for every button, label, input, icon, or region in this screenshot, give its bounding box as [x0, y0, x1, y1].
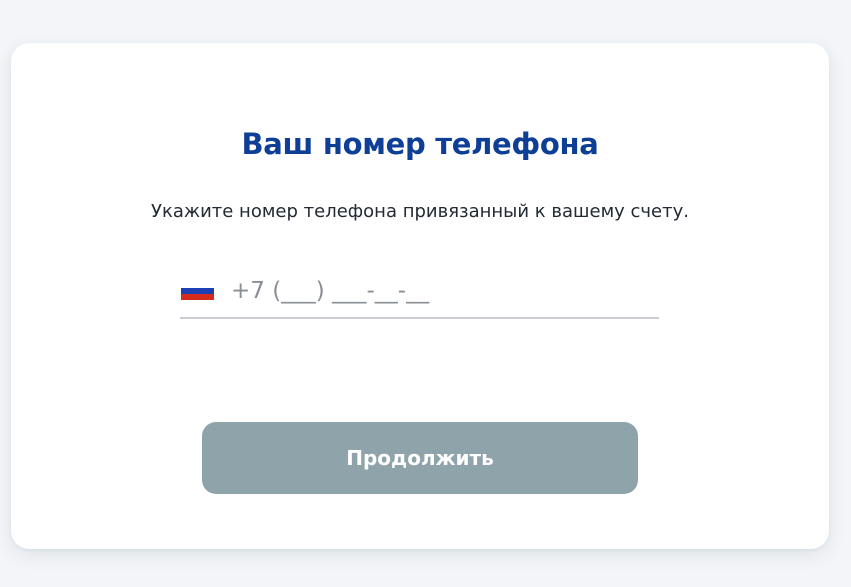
phone-card: Ваш номер телефона Укажите номер телефон…	[11, 43, 829, 549]
page-title: Ваш номер телефона	[241, 127, 599, 161]
page-subtitle: Укажите номер телефона привязанный к ваш…	[150, 201, 689, 222]
phone-input[interactable]	[231, 278, 631, 304]
russia-flag-icon	[181, 282, 214, 300]
phone-field[interactable]	[180, 265, 659, 319]
continue-button[interactable]: Продолжить	[202, 422, 638, 494]
